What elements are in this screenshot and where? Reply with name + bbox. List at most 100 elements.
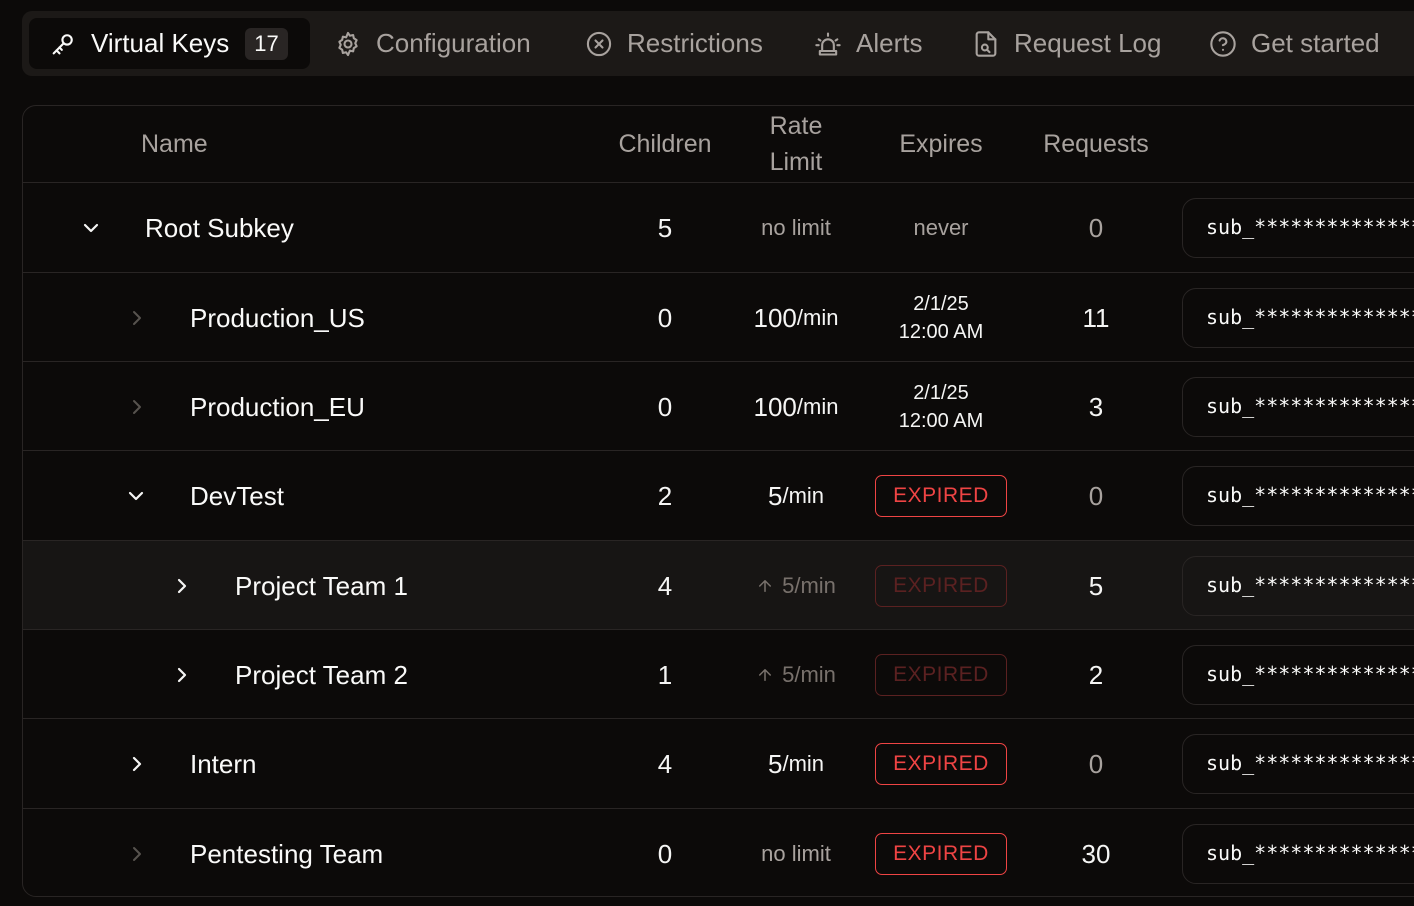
key-name: Pentesting Team xyxy=(190,839,384,869)
rate-unit: /min xyxy=(782,483,825,508)
circle-x-icon xyxy=(586,31,612,56)
header-name[interactable]: Name xyxy=(141,126,208,162)
subkey-value[interactable]: sub_*************** xyxy=(1182,734,1414,794)
key-name: Project Team 1 xyxy=(235,571,408,601)
expired-badge: EXPIRED xyxy=(875,475,1007,517)
key-name: Production_EU xyxy=(190,392,365,422)
children-count: 5 xyxy=(657,212,673,243)
chevron-right-icon[interactable] xyxy=(125,395,149,419)
virtual-keys-table: Name Children Rate Limit Expires Request… xyxy=(22,105,1414,897)
children-count: 4 xyxy=(657,570,673,601)
chevron-right-icon[interactable] xyxy=(170,574,194,598)
rate-limit: 100/min xyxy=(736,273,856,363)
table-row[interactable]: Root Subkey 5 no limit never 0 sub_*****… xyxy=(23,182,1414,272)
key-name: Production_US xyxy=(190,303,365,333)
tab-label: Request Log xyxy=(1014,28,1162,58)
chevron-down-icon[interactable] xyxy=(79,216,103,240)
children-count: 1 xyxy=(657,659,673,690)
tab-label: Alerts xyxy=(856,28,923,58)
gear-icon xyxy=(338,31,358,56)
rate-value: 100 xyxy=(753,391,797,422)
expired-badge: EXPIRED xyxy=(875,743,1007,785)
rate-limit: 5/min xyxy=(736,451,856,541)
children-count: 0 xyxy=(657,838,673,869)
rate-limit: no limit xyxy=(761,841,831,866)
expires-value: 2/1/25 12:00 AM xyxy=(876,362,1006,452)
help-circle-icon xyxy=(1210,30,1236,57)
rate-unit: /min xyxy=(782,751,825,776)
key-icon xyxy=(52,33,73,54)
tab-label: Virtual Keys xyxy=(91,28,230,58)
expired-badge: EXPIRED xyxy=(875,833,1007,875)
key-name: Root Subkey xyxy=(145,213,294,243)
rate-value: 100 xyxy=(753,302,797,333)
expires-time: 12:00 AM xyxy=(898,410,984,432)
children-count: 4 xyxy=(657,748,673,779)
rate-value: 5 xyxy=(767,480,783,511)
header-rate-limit-line2: Limit xyxy=(769,148,823,176)
tab-request-log[interactable]: Request Log xyxy=(972,18,1161,69)
table-row[interactable]: DevTest 2 5/min EXPIRED 0 sub_**********… xyxy=(23,450,1414,540)
rate-value: 5/min xyxy=(782,662,836,687)
arrow-up-icon xyxy=(759,580,772,592)
request-count: 3 xyxy=(1088,391,1104,422)
virtual-keys-count-badge: 17 xyxy=(245,27,288,60)
request-count: 5 xyxy=(1088,570,1104,601)
chevron-right-icon[interactable] xyxy=(125,842,149,866)
rate-value: 5 xyxy=(767,748,783,779)
subkey-value[interactable]: sub_*************** xyxy=(1182,556,1414,616)
expired-badge-inherited: EXPIRED xyxy=(875,565,1007,607)
arrow-up-icon xyxy=(759,669,772,681)
expires-value: EXPIRED xyxy=(875,451,1007,541)
tab-alerts[interactable]: Alerts xyxy=(814,18,922,69)
subkey-value[interactable]: sub_*************** xyxy=(1182,377,1414,437)
tab-label: Get started xyxy=(1251,28,1380,58)
rate-limit-inherited: 5/min xyxy=(736,541,856,631)
key-name: Intern xyxy=(190,749,257,779)
header-requests[interactable]: Requests xyxy=(1026,126,1166,162)
tab-label: Configuration xyxy=(376,28,531,58)
header-rate-limit[interactable]: Rate Limit xyxy=(736,108,856,180)
rate-limit-inherited: 5/min xyxy=(736,630,856,720)
file-search-icon xyxy=(975,30,997,57)
expires-value: never xyxy=(913,215,969,240)
table-row[interactable]: Production_US 0 100/min 2/1/25 12:00 AM … xyxy=(23,272,1414,362)
request-count: 30 xyxy=(1081,838,1111,869)
table-row[interactable]: Production_EU 0 100/min 2/1/25 12:00 AM … xyxy=(23,361,1414,451)
chevron-right-icon[interactable] xyxy=(170,663,194,687)
tab-get-started[interactable]: Get started xyxy=(1209,18,1380,69)
subkey-value[interactable]: sub_*************** xyxy=(1182,198,1414,258)
rate-limit: 100/min xyxy=(736,362,856,452)
expires-value: EXPIRED xyxy=(875,541,1007,631)
children-count: 0 xyxy=(657,302,673,333)
table-row[interactable]: Project Team 2 1 5/min EXPIRED 2 sub_***… xyxy=(23,629,1414,719)
request-count: 0 xyxy=(1088,748,1104,779)
key-name: DevTest xyxy=(190,481,284,511)
subkey-value[interactable]: sub_*************** xyxy=(1182,645,1414,705)
rate-unit: /min xyxy=(796,394,839,419)
tab-restrictions[interactable]: Restrictions xyxy=(585,18,763,69)
chevron-down-icon[interactable] xyxy=(124,484,148,508)
rate-limit: 5/min xyxy=(736,719,856,809)
tab-virtual-keys[interactable]: Virtual Keys 17 xyxy=(29,18,310,69)
rate-unit: /min xyxy=(796,305,839,330)
rate-value: 5/min xyxy=(782,573,836,598)
table-row[interactable]: Intern 4 5/min EXPIRED 0 sub_***********… xyxy=(23,718,1414,808)
request-count: 0 xyxy=(1088,212,1104,243)
subkey-value[interactable]: sub_*************** xyxy=(1182,824,1414,884)
request-count: 2 xyxy=(1088,659,1104,690)
rate-limit: no limit xyxy=(761,215,831,240)
tab-bar: Virtual Keys 17 Configuration Restrictio… xyxy=(22,11,1414,76)
tab-configuration[interactable]: Configuration xyxy=(334,18,531,69)
header-children[interactable]: Children xyxy=(610,126,720,162)
request-count: 0 xyxy=(1088,480,1104,511)
chevron-right-icon[interactable] xyxy=(125,306,149,330)
children-count: 0 xyxy=(657,391,673,422)
subkey-value[interactable]: sub_*************** xyxy=(1182,288,1414,348)
table-row[interactable]: Project Team 1 4 5/min EXPIRED 5 sub_***… xyxy=(23,540,1414,630)
table-row[interactable]: Pentesting Team 0 no limit EXPIRED 30 su… xyxy=(23,808,1414,896)
chevron-right-icon[interactable] xyxy=(125,752,149,776)
subkey-value[interactable]: sub_*************** xyxy=(1182,466,1414,526)
expires-time: 12:00 AM xyxy=(898,321,984,343)
header-expires[interactable]: Expires xyxy=(876,126,1006,162)
